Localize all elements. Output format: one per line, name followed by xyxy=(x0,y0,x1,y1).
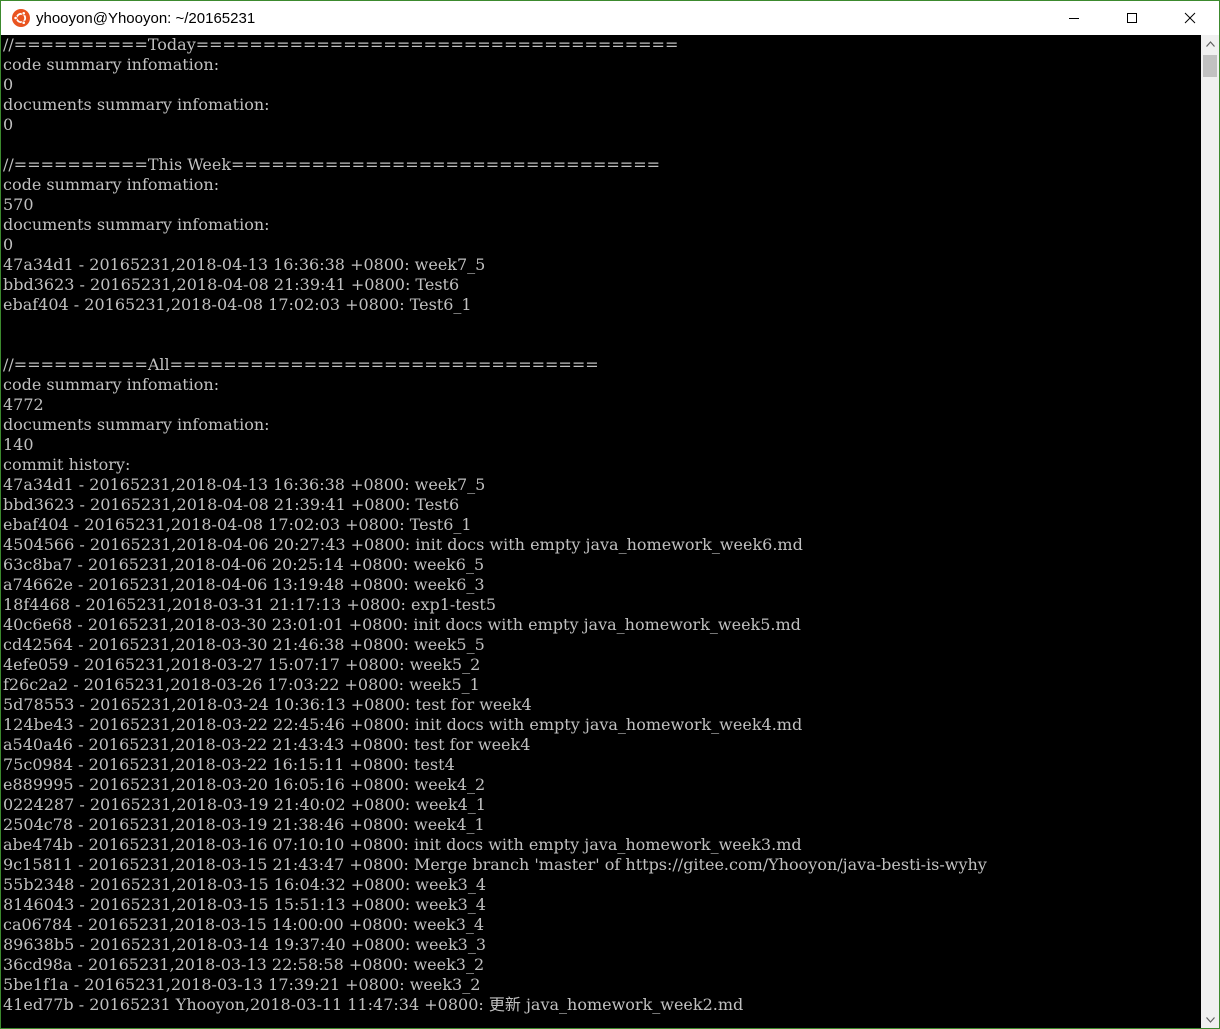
console-line: ca06784 - 20165231,2018-03-15 14:00:00 +… xyxy=(3,915,485,934)
console-line: commit history: xyxy=(3,455,131,474)
console-line: ebaf404 - 20165231,2018-04-08 17:02:03 +… xyxy=(3,295,472,314)
arrow-up-icon xyxy=(1205,40,1215,47)
console-line: 4772 xyxy=(3,395,44,414)
console-line: 0 xyxy=(3,75,14,94)
console-line: 89638b5 - 20165231,2018-03-14 19:37:40 +… xyxy=(3,935,486,954)
maximize-button[interactable] xyxy=(1103,1,1161,35)
close-button[interactable] xyxy=(1161,1,1219,35)
console-line: 41ed77b - 20165231 Yhooyon,2018-03-11 11… xyxy=(3,995,744,1014)
vertical-scrollbar[interactable] xyxy=(1201,35,1219,1028)
console-line: 9c15811 - 20165231,2018-03-15 21:43:47 +… xyxy=(3,855,987,874)
console-line: 75c0984 - 20165231,2018-03-22 16:15:11 +… xyxy=(3,755,455,774)
console-line: code summary infomation: xyxy=(3,375,220,394)
console-line: cd42564 - 20165231,2018-03-30 21:46:38 +… xyxy=(3,635,485,654)
console-line: 18f4468 - 20165231,2018-03-31 21:17:13 +… xyxy=(3,595,497,614)
console-line: 36cd98a - 20165231,2018-03-13 22:58:58 +… xyxy=(3,955,485,974)
console-line: abe474b - 20165231,2018-03-16 07:10:10 +… xyxy=(3,835,802,854)
console-line: 47a34d1 - 20165231,2018-04-13 16:36:38 +… xyxy=(3,475,486,494)
terminal-window: yhooyon@Yhooyon: ~/20165231 //==========… xyxy=(0,0,1220,1029)
console-line: 40c6e68 - 20165231,2018-03-30 23:01:01 +… xyxy=(3,615,801,634)
console-line: documents summary infomation: xyxy=(3,215,270,234)
console-line: 55b2348 - 20165231,2018-03-15 16:04:32 +… xyxy=(3,875,486,894)
console-line: 140 xyxy=(3,435,34,454)
console-line: documents summary infomation: xyxy=(3,95,270,114)
window-title: yhooyon@Yhooyon: ~/20165231 xyxy=(36,9,256,27)
console-line: e889995 - 20165231,2018-03-20 16:05:16 +… xyxy=(3,775,486,794)
console-line: 47a34d1 - 20165231,2018-04-13 16:36:38 +… xyxy=(3,255,486,274)
console-line: 0 xyxy=(3,115,14,134)
console-line: 124be43 - 20165231,2018-03-22 22:45:46 +… xyxy=(3,715,803,734)
scroll-down-button[interactable] xyxy=(1201,1011,1219,1028)
console-line: 4efe059 - 20165231,2018-03-27 15:07:17 +… xyxy=(3,655,481,674)
close-icon xyxy=(1184,12,1196,24)
console-line: 4504566 - 20165231,2018-04-06 20:27:43 +… xyxy=(3,535,803,554)
console-line: documents summary infomation: xyxy=(3,415,270,434)
console-line: f26c2a2 - 20165231,2018-03-26 17:03:22 +… xyxy=(3,675,480,694)
console-line: //==========This Week===================… xyxy=(3,155,661,174)
console-line: bbd3623 - 20165231,2018-04-08 21:39:41 +… xyxy=(3,495,460,514)
minimize-icon xyxy=(1069,18,1079,19)
arrow-down-icon xyxy=(1205,1016,1215,1023)
console-line: 5d78553 - 20165231,2018-03-24 10:36:13 +… xyxy=(3,695,532,714)
console-line: bbd3623 - 20165231,2018-04-08 21:39:41 +… xyxy=(3,275,460,294)
window-controls xyxy=(1045,1,1219,35)
console-line: //==========Today=======================… xyxy=(3,35,679,54)
console-line: 0224287 - 20165231,2018-03-19 21:40:02 +… xyxy=(3,795,486,814)
title-bar[interactable]: yhooyon@Yhooyon: ~/20165231 xyxy=(1,1,1219,35)
console-line: a74662e - 20165231,2018-04-06 13:19:48 +… xyxy=(3,575,485,594)
terminal-output[interactable]: //==========Today=======================… xyxy=(1,35,1201,1028)
console-line: 8146043 - 20165231,2018-03-15 15:51:13 +… xyxy=(3,895,486,914)
console-line: code summary infomation: xyxy=(3,55,220,74)
console-line: a540a46 - 20165231,2018-03-22 21:43:43 +… xyxy=(3,735,531,754)
console-line: ebaf404 - 20165231,2018-04-08 17:02:03 +… xyxy=(3,515,472,534)
minimize-button[interactable] xyxy=(1045,1,1103,35)
console-line: 5be1f1a - 20165231,2018-03-13 17:39:21 +… xyxy=(3,975,481,994)
maximize-icon xyxy=(1127,13,1137,23)
console-line: 2504c78 - 20165231,2018-03-19 21:38:46 +… xyxy=(3,815,485,834)
scrollbar-thumb[interactable] xyxy=(1203,55,1217,77)
scroll-up-button[interactable] xyxy=(1201,35,1219,52)
console-line: 570 xyxy=(3,195,34,214)
console-line: //==========All=========================… xyxy=(3,355,599,374)
ubuntu-icon xyxy=(12,9,30,27)
console-line: code summary infomation: xyxy=(3,175,220,194)
console-line: 0 xyxy=(3,235,14,254)
console-line: 63c8ba7 - 20165231,2018-04-06 20:25:14 +… xyxy=(3,555,485,574)
